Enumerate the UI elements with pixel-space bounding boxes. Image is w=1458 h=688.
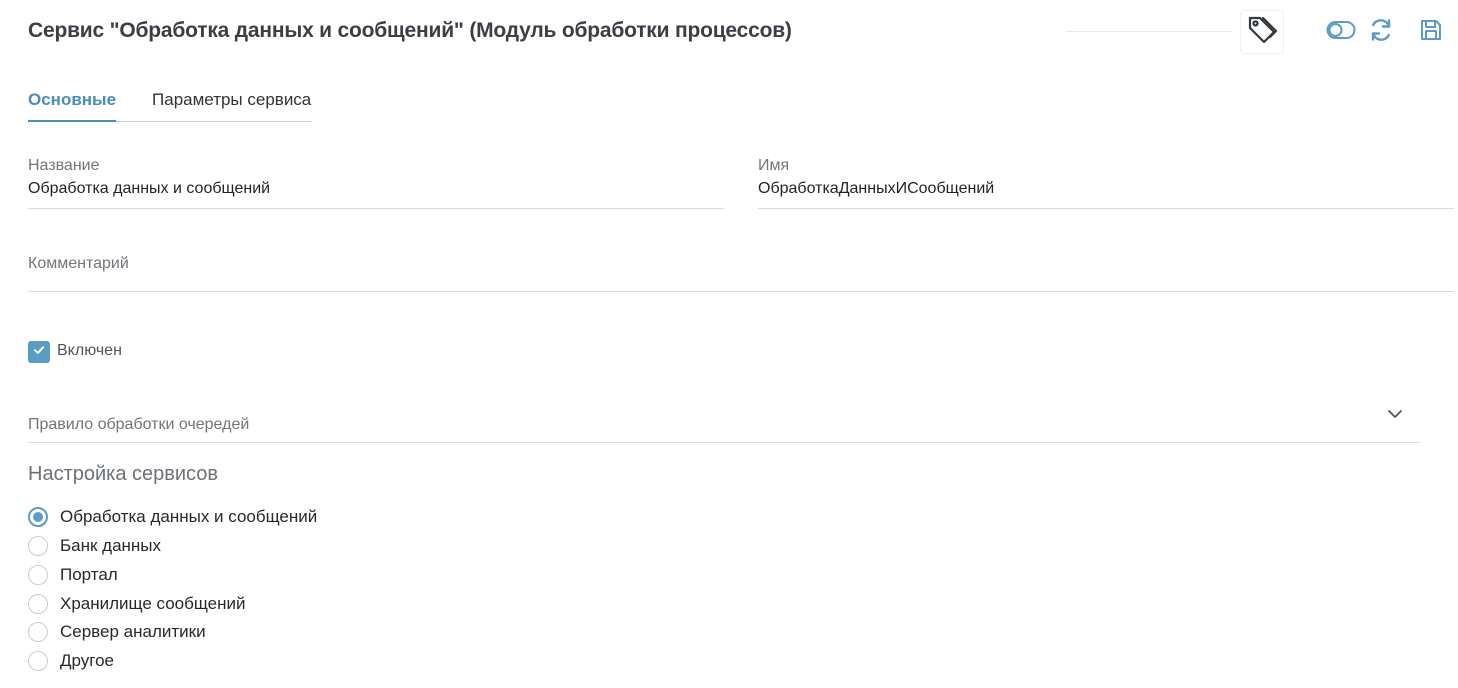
service-option-label[interactable]: Банк данных bbox=[60, 536, 161, 556]
comment-field[interactable]: Комментарий bbox=[28, 255, 129, 273]
queue-rule-select[interactable]: Правило обработки очередей bbox=[28, 416, 249, 434]
enabled-checkbox[interactable] bbox=[28, 341, 50, 363]
tag-icon bbox=[1245, 13, 1279, 52]
name-field-underline bbox=[28, 208, 724, 209]
id-name-field-underline bbox=[758, 208, 1454, 209]
service-option[interactable]: Портал bbox=[28, 563, 118, 587]
enabled-checkbox-label[interactable]: Включен bbox=[57, 342, 122, 360]
radio-button[interactable] bbox=[28, 565, 48, 585]
service-option[interactable]: Хранилище сообщений bbox=[28, 592, 246, 616]
radio-button[interactable] bbox=[28, 622, 48, 642]
service-option[interactable]: Другое bbox=[28, 649, 114, 673]
service-option-label[interactable]: Обработка данных и сообщений bbox=[60, 507, 317, 527]
toolbar-divider bbox=[1066, 31, 1232, 32]
service-option-label[interactable]: Портал bbox=[60, 565, 118, 585]
comment-field-underline bbox=[28, 291, 1454, 292]
page-title: Сервис "Обработка данных и сообщений" (М… bbox=[28, 19, 792, 42]
save-icon bbox=[1419, 18, 1443, 47]
service-option[interactable]: Банк данных bbox=[28, 534, 161, 558]
radio-button[interactable] bbox=[28, 536, 48, 556]
name-field-label: Название bbox=[28, 157, 100, 174]
tab-service-params[interactable]: Параметры сервиса bbox=[152, 86, 311, 120]
id-name-field-label: Имя bbox=[758, 157, 790, 174]
refresh-button[interactable] bbox=[1366, 18, 1396, 46]
queue-rule-underline bbox=[28, 442, 1420, 443]
queue-rule-dropdown-button[interactable] bbox=[1384, 406, 1406, 424]
radio-button[interactable] bbox=[28, 507, 48, 527]
chevron-down-icon bbox=[1387, 406, 1403, 424]
service-option[interactable]: Сервер аналитики bbox=[28, 620, 206, 644]
toggle-button[interactable] bbox=[1326, 18, 1356, 46]
services-section-title: Настройка сервисов bbox=[28, 463, 219, 485]
id-name-field[interactable]: ОбработкаДанныхИСообщений bbox=[758, 180, 994, 198]
service-option[interactable]: Обработка данных и сообщений bbox=[28, 505, 317, 529]
tab-bar: Основные Параметры сервиса bbox=[28, 86, 312, 122]
radio-button[interactable] bbox=[28, 651, 48, 671]
service-option-label[interactable]: Хранилище сообщений bbox=[60, 594, 246, 614]
save-button[interactable] bbox=[1416, 18, 1446, 46]
radio-button[interactable] bbox=[28, 594, 48, 614]
service-option-label[interactable]: Другое bbox=[60, 651, 114, 671]
checkmark-icon bbox=[32, 343, 46, 362]
refresh-icon bbox=[1368, 17, 1394, 48]
tab-main[interactable]: Основные bbox=[28, 86, 117, 122]
toggle-icon bbox=[1326, 20, 1356, 45]
service-option-label[interactable]: Сервер аналитики bbox=[60, 622, 206, 642]
name-field[interactable]: Обработка данных и сообщений bbox=[28, 180, 270, 198]
tag-button[interactable] bbox=[1240, 10, 1284, 54]
